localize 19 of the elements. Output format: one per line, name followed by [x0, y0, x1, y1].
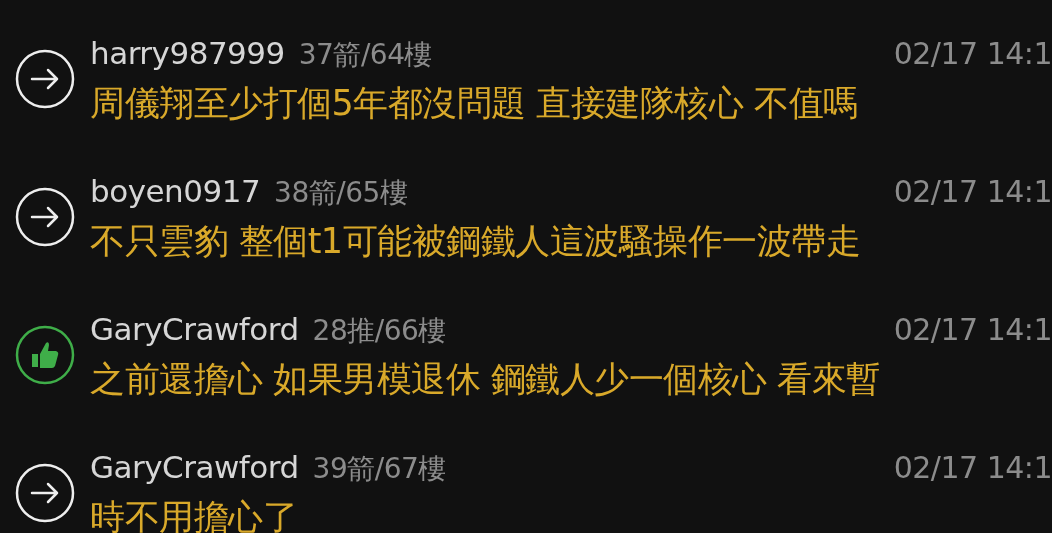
- comment-text: 周儀翔至少打個5年都沒問題 直接建隊核心 不值嗎: [90, 82, 859, 125]
- username: boyen0917: [90, 172, 261, 211]
- comment-text: 之前還擔心 如果男模退休 鋼鐵人少一個核心 看來暫: [90, 358, 882, 401]
- timestamp: 02/17 14:1: [893, 449, 1052, 487]
- floor-count: 28推/66樓: [312, 313, 446, 349]
- thumbs-up-icon: [15, 325, 75, 385]
- floor-count: 38箭/65樓: [274, 175, 408, 211]
- timestamp: 02/17 14:1: [893, 35, 1052, 73]
- username: GaryCrawford: [90, 448, 299, 487]
- username: GaryCrawford: [90, 310, 299, 349]
- timestamp: 02/17 14:1: [893, 311, 1052, 349]
- arrow-right-icon: [15, 187, 75, 247]
- username: harry987999: [90, 34, 285, 73]
- arrow-right-icon: [15, 49, 75, 109]
- timestamp: 02/17 14:1: [893, 173, 1052, 211]
- floor-count: 39箭/67樓: [312, 451, 446, 487]
- comment-text: 不只雲豹 整個t1可能被鋼鐵人這波騷操作一波帶走: [90, 220, 862, 263]
- floor-count: 37箭/64樓: [298, 37, 432, 73]
- arrow-right-icon: [15, 463, 75, 523]
